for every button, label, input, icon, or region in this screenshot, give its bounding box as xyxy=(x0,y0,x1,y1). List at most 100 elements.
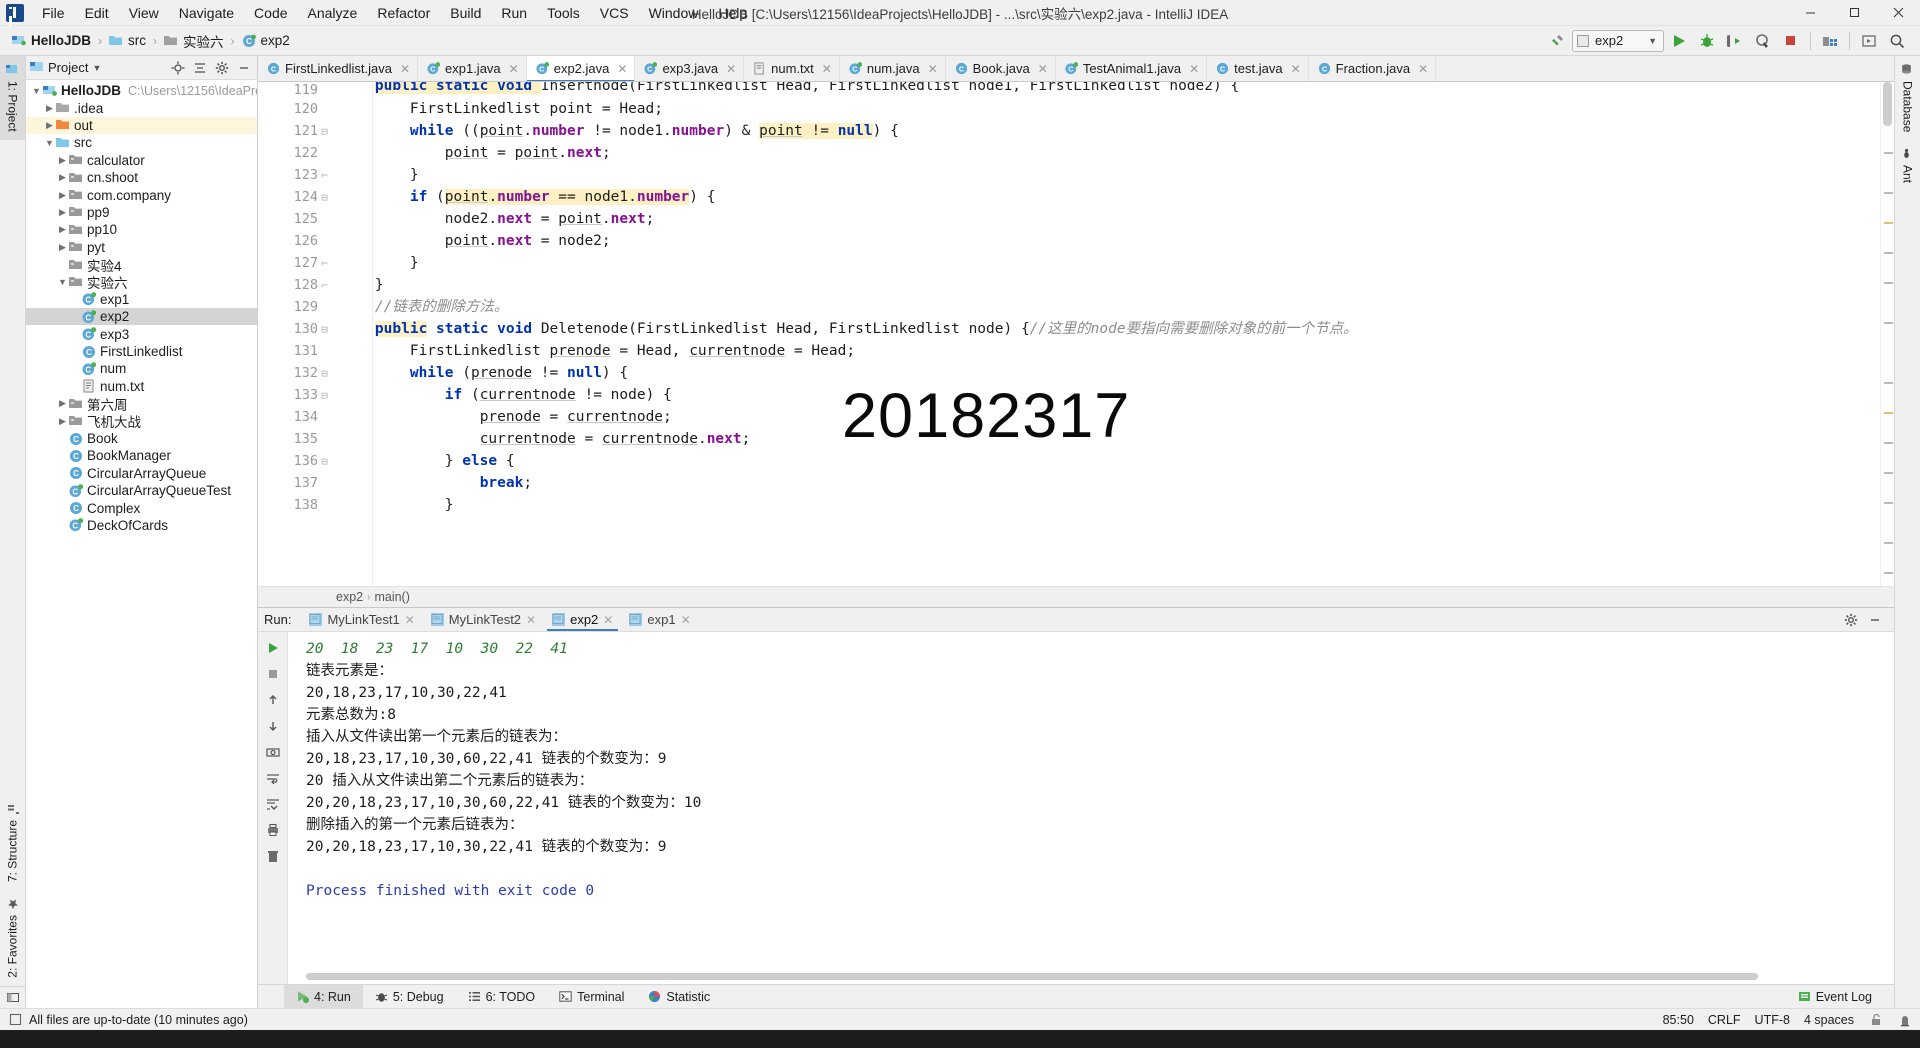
tree-node-DeckOfCards[interactable]: C DeckOfCards xyxy=(26,517,257,534)
code-line[interactable]: while (prenode != null) { xyxy=(340,362,1880,384)
close-icon[interactable]: ✕ xyxy=(819,62,832,76)
code-line[interactable]: } xyxy=(340,494,1880,516)
close-icon[interactable]: ✕ xyxy=(397,62,410,76)
stop-icon[interactable] xyxy=(262,664,284,684)
line-number[interactable]: 120 xyxy=(258,98,332,120)
rerun-icon[interactable] xyxy=(262,638,284,658)
profile-icon[interactable] xyxy=(1750,29,1776,53)
close-icon[interactable]: ✕ xyxy=(526,613,536,627)
editor-tab-bar[interactable]: C FirstLinkedlist.java ✕ Cexp1.java ✕ Cexp2.j… xyxy=(258,56,1894,82)
code-line[interactable]: } xyxy=(340,164,1880,186)
editor-scrollbar[interactable] xyxy=(1880,82,1894,586)
tree-node-node11[interactable]: ▼ 实验六 xyxy=(26,273,257,291)
code-line[interactable]: FirstLinkedlist prenode = Head, currentn… xyxy=(340,340,1880,362)
editor-tab-TestAnimal1java[interactable]: C TestAnimal1.java ✕ xyxy=(1056,56,1208,81)
editor-tab-exp2java[interactable]: Cexp2.java ✕ xyxy=(526,56,636,81)
chevron-right-icon[interactable]: ▶ xyxy=(56,172,69,183)
tree-node-pyt[interactable]: ▶ pyt xyxy=(26,239,257,256)
line-number[interactable]: 134 xyxy=(258,406,332,428)
breadcrumb-method[interactable]: main() xyxy=(374,590,409,604)
tree-node-node18[interactable]: ▶ 第六周 xyxy=(26,395,257,413)
code-line[interactable]: } xyxy=(340,274,1880,296)
chevron-right-icon[interactable]: ▶ xyxy=(56,207,69,218)
build-hammer-icon[interactable] xyxy=(1544,29,1570,53)
chevron-down-icon[interactable]: ▼ xyxy=(56,277,69,287)
hide-panel-icon[interactable] xyxy=(235,59,253,77)
run-tabs[interactable]: MyLinkTest1 ✕ MyLinkTest2 ✕ exp2 ✕ exp1 ✕ xyxy=(301,609,698,631)
bottom-tool-window-bar[interactable]: 4: Run 5: Debug 6: TODO Terminal Statistic E… xyxy=(258,984,1894,1008)
sidebar-item-project[interactable]: 1: Project xyxy=(0,56,25,140)
tree-node-num[interactable]: Cnum xyxy=(26,360,257,377)
event-log-area[interactable]: Event Log xyxy=(1786,985,1894,1008)
tree-node-Book[interactable]: C Book xyxy=(26,430,257,447)
chevron-right-icon[interactable]: ▶ xyxy=(43,103,56,114)
line-number[interactable]: 135 xyxy=(258,428,332,450)
run-icon[interactable] xyxy=(1666,29,1692,53)
code-line[interactable]: if (point.number == node1.number) { xyxy=(340,186,1880,208)
fold-close-icon[interactable]: ⌐ xyxy=(319,274,330,296)
menu-item-build[interactable]: Build xyxy=(440,1,491,25)
console-horizontal-scrollbar[interactable] xyxy=(306,973,1884,980)
close-icon[interactable]: ✕ xyxy=(603,613,613,627)
tree-node-exp3[interactable]: Cexp3 xyxy=(26,325,257,342)
close-icon[interactable]: ✕ xyxy=(723,62,736,76)
hide-tool-windows-icon[interactable] xyxy=(0,986,25,1008)
code-editor[interactable]: 119 120 121 ⊟ 122 123 ⌐ 124 ⊟ 125 126 127 ⌐ 128 ⌐ 129 13… xyxy=(258,82,1894,586)
run-with-coverage-icon[interactable] xyxy=(1722,29,1748,53)
editor-tab-FirstLinkedlistjava[interactable]: C FirstLinkedlist.java ✕ xyxy=(258,56,418,81)
line-number[interactable]: 119 xyxy=(258,82,332,98)
line-number[interactable]: 137 xyxy=(258,472,332,494)
minimize-button[interactable] xyxy=(1788,0,1832,26)
soft-wrap-icon[interactable] xyxy=(262,768,284,788)
tree-node-Complex[interactable]: C Complex xyxy=(26,499,257,516)
run-tab-exp1[interactable]: exp1 ✕ xyxy=(621,609,698,630)
editor-tab-numtxt[interactable]: num.txt ✕ xyxy=(744,56,840,81)
caret-position[interactable]: 85:50 xyxy=(1663,1013,1694,1027)
run-tab-MyLinkTest2[interactable]: MyLinkTest2 ✕ xyxy=(423,609,544,630)
settings-gear-icon[interactable] xyxy=(1840,610,1862,630)
tree-node-CircularArrayQueue[interactable]: C CircularArrayQueue xyxy=(26,465,257,482)
editor-tab-exp1java[interactable]: Cexp1.java ✕ xyxy=(418,56,527,81)
editor-tab-testjava[interactable]: Ctest.java ✕ xyxy=(1207,56,1309,81)
fold-close-icon[interactable]: ⌐ xyxy=(319,252,330,274)
fold-open-icon[interactable]: ⊟ xyxy=(319,362,330,384)
chevron-right-icon[interactable]: ▶ xyxy=(56,224,69,235)
sidebar-item-ant[interactable]: Ant xyxy=(1895,140,1920,191)
code-line[interactable]: public static void Deletenode(FirstLinke… xyxy=(340,318,1880,340)
close-icon[interactable]: ✕ xyxy=(1288,62,1301,76)
code-line[interactable]: node2.next = point.next; xyxy=(340,208,1880,230)
close-icon[interactable]: ✕ xyxy=(614,62,627,76)
menu-item-run[interactable]: Run xyxy=(491,1,537,25)
line-separator[interactable]: CRLF xyxy=(1708,1013,1741,1027)
fold-open-icon[interactable]: ⊟ xyxy=(319,120,330,142)
tree-node-pp10[interactable]: ▶ pp10 xyxy=(26,221,257,238)
indent-setting[interactable]: 4 spaces xyxy=(1804,1013,1854,1027)
tree-node-out[interactable]: ▶ out xyxy=(26,116,257,135)
nav-crumb-exp2[interactable]: Cexp2 xyxy=(238,31,294,50)
tree-node-CircularArrayQueueTest[interactable]: C CircularArrayQueueTest xyxy=(26,482,257,499)
chevron-right-icon[interactable]: ▶ xyxy=(43,120,56,131)
print-icon[interactable] xyxy=(262,820,284,840)
menu-item-vcs[interactable]: VCS xyxy=(590,1,639,25)
project-tree[interactable]: ▼ HelloJDB C:\Users\12156\IdeaProjects\H ▶.… xyxy=(26,80,257,1008)
close-icon[interactable]: ✕ xyxy=(1186,62,1199,76)
close-icon[interactable]: ✕ xyxy=(1035,62,1048,76)
tree-node-BookManager[interactable]: C BookManager xyxy=(26,447,257,464)
chevron-down-icon[interactable]: ▼ xyxy=(43,138,56,148)
tool-window-button-4run[interactable]: 4: Run xyxy=(284,985,363,1008)
hide-panel-icon[interactable] xyxy=(1864,610,1886,630)
code-line[interactable]: break; xyxy=(340,472,1880,494)
menu-item-edit[interactable]: Edit xyxy=(75,1,119,25)
menu-item-refactor[interactable]: Refactor xyxy=(367,1,440,25)
console-output[interactable]: 20 18 23 17 10 30 22 41 链表元素是： 20,18,23,17… xyxy=(288,632,1894,984)
update-project-icon[interactable] xyxy=(1856,29,1882,53)
tree-node-pp9[interactable]: ▶ pp9 xyxy=(26,204,257,221)
line-number[interactable]: 125 xyxy=(258,208,332,230)
chevron-right-icon[interactable]: ▶ xyxy=(56,242,69,253)
line-number[interactable]: 138 xyxy=(258,494,332,516)
code-line[interactable]: currentnode = currentnode.next; xyxy=(340,428,1880,450)
tree-node-HelloJDB[interactable]: ▼ HelloJDB C:\Users\12156\IdeaProjects\H xyxy=(26,82,257,99)
close-icon[interactable]: ✕ xyxy=(1415,62,1428,76)
tree-node-exp1[interactable]: Cexp1 xyxy=(26,291,257,308)
line-number[interactable]: 131 xyxy=(258,340,332,362)
